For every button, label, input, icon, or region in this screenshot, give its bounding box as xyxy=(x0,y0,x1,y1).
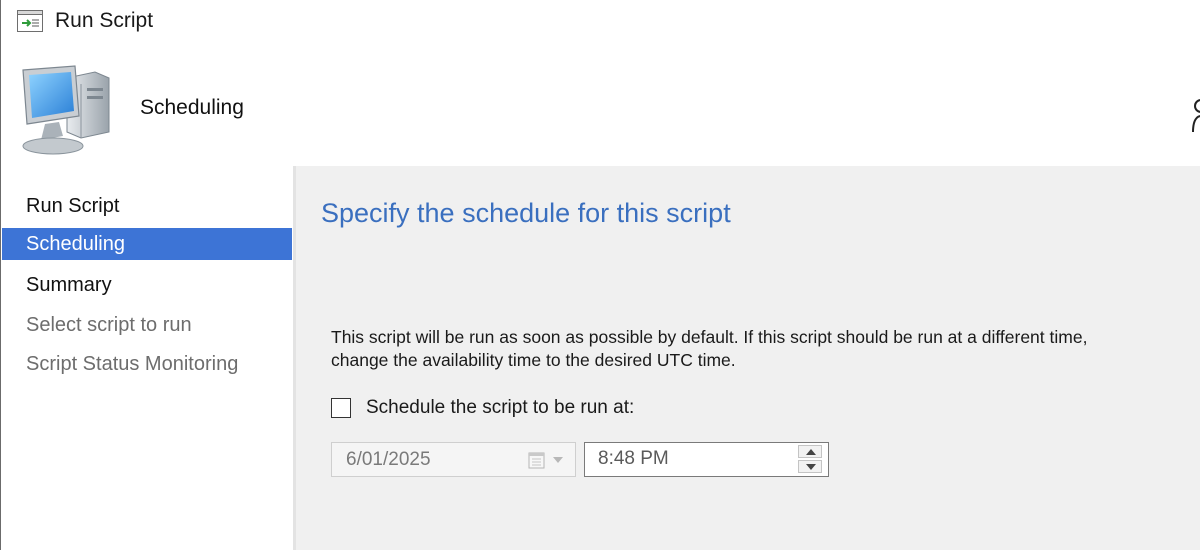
schedule-checkbox-label[interactable]: Schedule the script to be run at: xyxy=(366,396,634,420)
time-value[interactable]: 8:48 PM xyxy=(598,443,669,475)
time-picker[interactable]: 8:48 PM xyxy=(584,442,829,477)
nav-item-run-script[interactable]: Run Script xyxy=(2,190,292,222)
wizard-header: Scheduling xyxy=(1,44,1200,166)
nav-item-select-script: Select script to run xyxy=(26,314,192,336)
computer-icon xyxy=(22,65,110,155)
chevron-down-icon xyxy=(806,464,816,470)
window-title: Run Script xyxy=(55,9,154,32)
date-value: 6/01/2025 xyxy=(346,449,431,470)
chevron-down-icon xyxy=(553,457,563,463)
time-spinner[interactable] xyxy=(798,445,822,473)
chevron-up-icon xyxy=(806,449,816,455)
spin-up-button[interactable] xyxy=(798,445,822,458)
content-panel: Specify the schedule for this script Thi… xyxy=(296,166,1200,550)
spin-down-button[interactable] xyxy=(798,460,822,473)
schedule-checkbox[interactable] xyxy=(331,398,351,418)
description-line-1: This script will be run as soon as possi… xyxy=(331,327,1088,347)
calendar-icon xyxy=(528,452,545,469)
run-script-icon xyxy=(17,10,43,32)
title-bar: Run Script xyxy=(1,0,1200,44)
content-heading: Specify the schedule for this script xyxy=(321,198,731,228)
schedule-description: This script will be run as soon as possi… xyxy=(331,326,1171,372)
nav-item-script-status-monitoring: Script Status Monitoring xyxy=(26,353,239,375)
run-script-dialog: Run Script Scheduling Run Script Schedul… xyxy=(0,0,1200,550)
nav-item-scheduling[interactable]: Scheduling xyxy=(2,228,292,260)
description-line-2: change the availability time to the desi… xyxy=(331,350,736,370)
nav-item-summary[interactable]: Summary xyxy=(2,269,292,301)
date-picker: 6/01/2025 xyxy=(331,442,576,477)
page-title: Scheduling xyxy=(140,96,244,119)
wizard-nav: Run Script Scheduling Summary Select scr… xyxy=(1,166,293,550)
user-icon xyxy=(1192,99,1200,132)
